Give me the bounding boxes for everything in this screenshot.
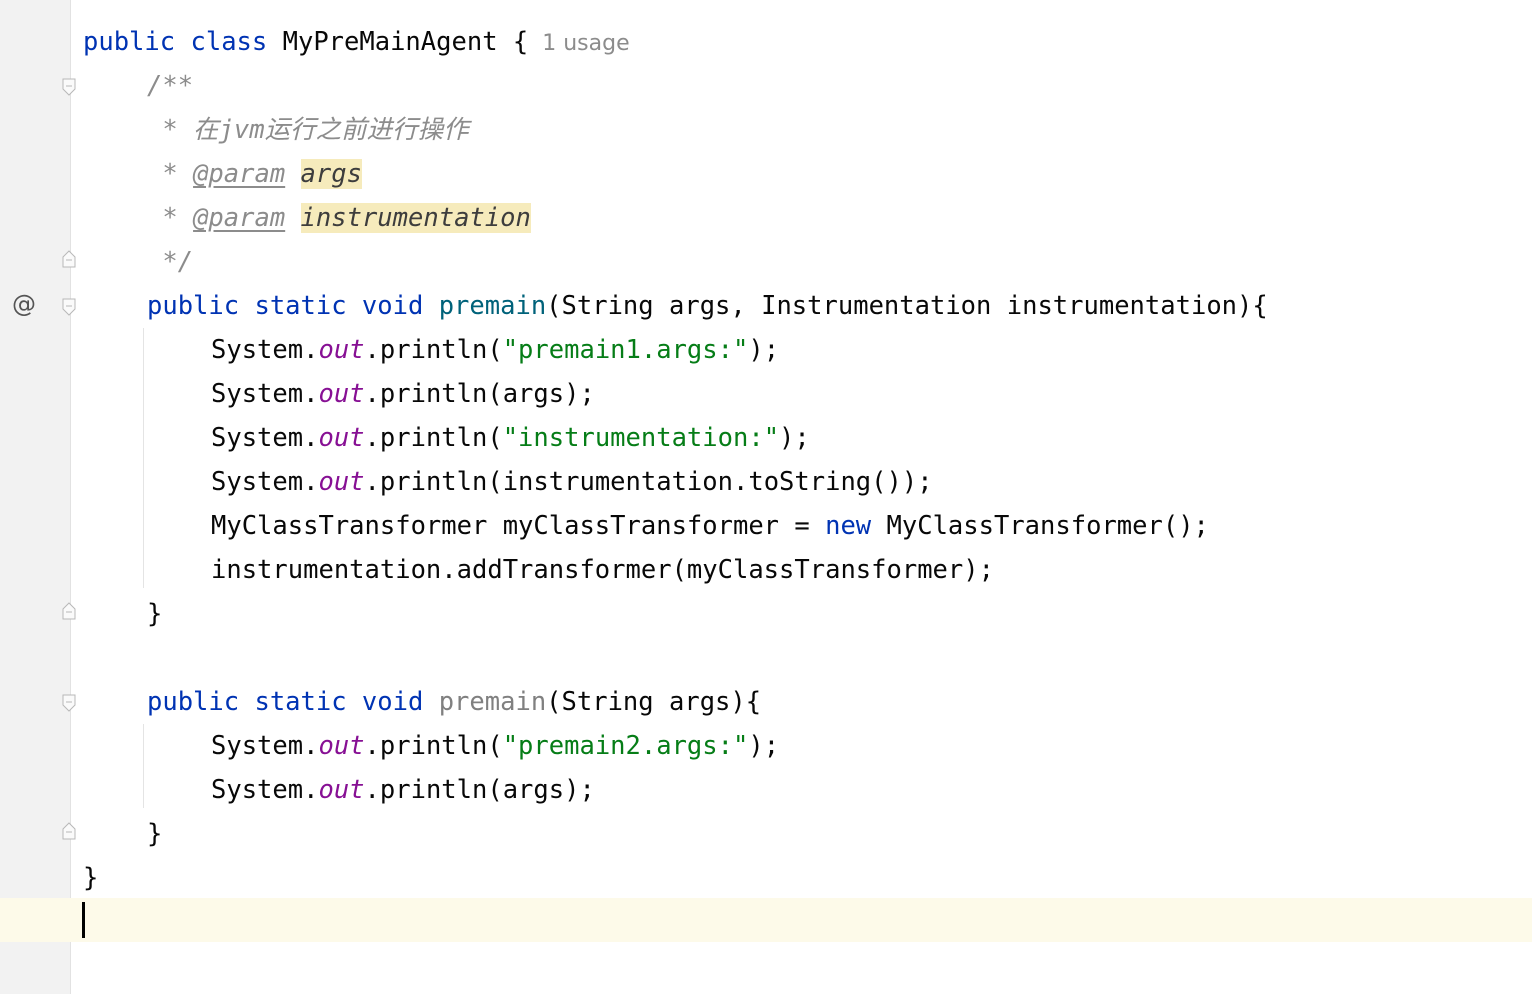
override-annotation-icon[interactable]: @ — [12, 286, 36, 322]
code-line: System.out.println("premain2.args:"); — [211, 731, 780, 761]
code-line: * 在jvm运行之前进行操作 — [147, 115, 469, 145]
code-line: System.out.println("instrumentation:"); — [211, 423, 810, 453]
text-caret — [82, 902, 85, 938]
code-line: * @param args — [147, 159, 362, 189]
code-line: System.out.println("premain1.args:"); — [211, 335, 780, 365]
code-line: /** — [147, 71, 194, 101]
code-line: } — [147, 599, 163, 629]
code-line: instrumentation.addTransformer(myClassTr… — [211, 555, 994, 585]
code-line: */ — [147, 247, 194, 277]
code-line: MyClassTransformer myClassTransformer = … — [211, 511, 1209, 541]
code-line: public class MyPreMainAgent {1 usage — [83, 27, 630, 57]
code-line: } — [147, 819, 163, 849]
code-line: public static void premain(String args, … — [147, 291, 1268, 321]
code-line: } — [83, 863, 99, 893]
usage-inlay-hint[interactable]: 1 usage — [542, 31, 629, 56]
param-highlight: instrumentation — [300, 203, 531, 233]
code-line: public static void premain(String args){ — [147, 687, 762, 717]
editor-gutter — [0, 0, 70, 994]
code-editor[interactable]: public class MyPreMainAgent {1 usage /**… — [71, 0, 1532, 994]
code-line: System.out.println(args); — [211, 379, 595, 409]
code-line: System.out.println(args); — [211, 775, 595, 805]
code-line: * @param instrumentation — [147, 203, 531, 233]
param-highlight: args — [300, 159, 362, 189]
code-line: System.out.println(instrumentation.toStr… — [211, 467, 933, 497]
